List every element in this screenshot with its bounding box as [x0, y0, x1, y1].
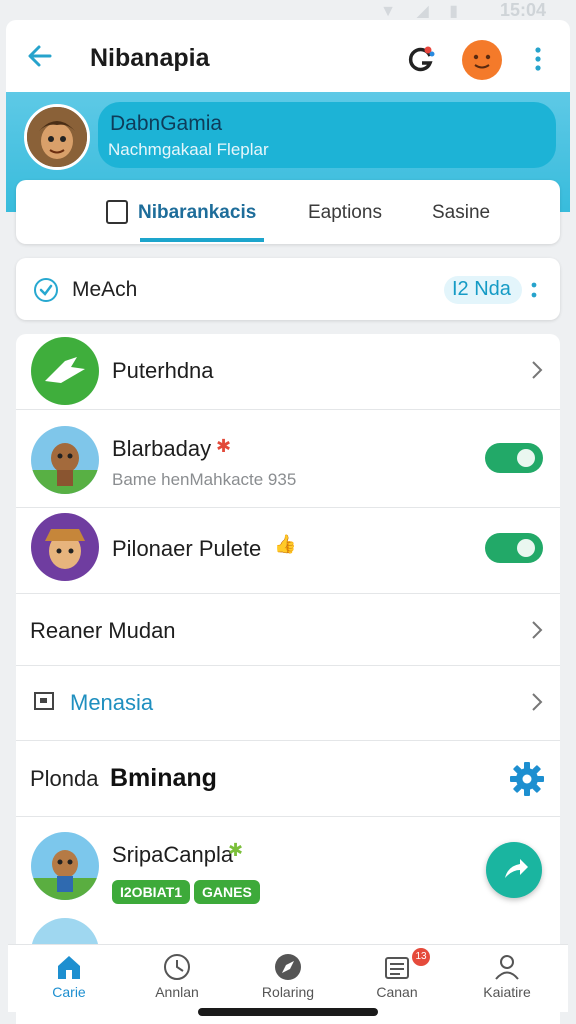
clock-icon: [164, 954, 190, 980]
match-label: MeAch: [72, 278, 138, 301]
game-icon: [31, 337, 99, 405]
more-vertical-icon[interactable]: [529, 278, 539, 302]
nav-kaiatire[interactable]: Kaiatire: [462, 948, 552, 1004]
badge-icon: 👍: [274, 534, 297, 554]
divider: [16, 409, 560, 410]
badge-icon: ✱: [228, 840, 244, 860]
window-icon: [34, 692, 54, 710]
person-icon: [495, 955, 519, 980]
nav-rolaring[interactable]: Rolaring: [243, 948, 333, 1004]
document-icon: [106, 200, 128, 224]
status-icons: ▼ ◢ ▮: [380, 3, 466, 20]
check-circle-icon: [34, 278, 58, 302]
arrow-left-icon[interactable]: [24, 40, 56, 72]
nav-label: Annlan: [155, 984, 199, 1000]
home-icon: [58, 956, 80, 979]
nav-label: Canan: [376, 984, 418, 1000]
notification-badge: 13: [412, 948, 430, 966]
profile-name: DabnGamia: [110, 112, 223, 135]
chevron-right-icon[interactable]: [530, 692, 544, 712]
settings-list: [16, 334, 560, 1024]
nav-canan[interactable]: 13 Canan: [352, 948, 442, 1004]
game-icon: [31, 832, 99, 900]
nda-badge-label: I2 Nda: [452, 278, 511, 300]
section-prefix: Plonda: [30, 766, 99, 791]
row-title[interactable]: Puterhdna: [112, 358, 214, 384]
nav-annlan[interactable]: Annlan: [132, 948, 222, 1004]
divider: [16, 740, 560, 741]
home-indicator[interactable]: [198, 1008, 378, 1016]
status-bar: ▼ ◢ ▮ 15:04: [0, 0, 576, 22]
section-title: Bminang: [110, 764, 217, 792]
active-tab-indicator: [140, 238, 264, 242]
divider: [16, 816, 560, 817]
divider: [16, 665, 560, 666]
row-title[interactable]: Reaner Mudan: [30, 618, 176, 644]
divider: [16, 507, 560, 508]
news-icon: [385, 957, 409, 979]
nav-label: Kaiatire: [483, 984, 531, 1000]
row-subtitle: Bame henMahkacte 935: [112, 470, 297, 489]
smiley-avatar-icon[interactable]: [462, 40, 502, 80]
profile-subtitle: Nachmgakaal Fleplar: [108, 140, 269, 159]
row-title[interactable]: Menasia: [70, 690, 153, 716]
divider: [16, 593, 560, 594]
tag-badge: I2OBIAT1: [112, 880, 190, 904]
row-title[interactable]: Pilonaer Pulete: [112, 536, 261, 562]
chevron-right-icon[interactable]: [530, 620, 544, 640]
google-icon[interactable]: [406, 44, 436, 74]
toggle-switch[interactable]: [485, 443, 543, 473]
app-title: Nibanapia: [90, 44, 210, 72]
featured-title[interactable]: SripaCanpla: [112, 842, 233, 868]
chevron-right-icon[interactable]: [530, 360, 544, 380]
toggle-switch[interactable]: [485, 533, 543, 563]
badge-icon: ✱: [216, 436, 232, 456]
game-icon: [31, 426, 99, 494]
tab-sasine[interactable]: Sasine: [432, 202, 490, 224]
nav-home[interactable]: Carie: [24, 948, 114, 1004]
nav-label: Carie: [52, 984, 86, 1000]
game-icon: [31, 513, 99, 581]
compass-icon: [275, 954, 301, 980]
row-title[interactable]: Blarbaday: [112, 436, 211, 462]
share-button[interactable]: [486, 842, 542, 898]
nav-label: Rolaring: [261, 984, 315, 1000]
status-time: 15:04: [499, 0, 546, 20]
gear-icon[interactable]: [508, 760, 546, 798]
avatar[interactable]: [24, 104, 90, 170]
tab-eaptions[interactable]: Eaptions: [308, 202, 382, 224]
tag-badge: GANES: [194, 880, 260, 904]
tab-nibarankacis[interactable]: Nibarankacis: [138, 202, 256, 224]
more-vertical-icon[interactable]: [530, 44, 546, 74]
